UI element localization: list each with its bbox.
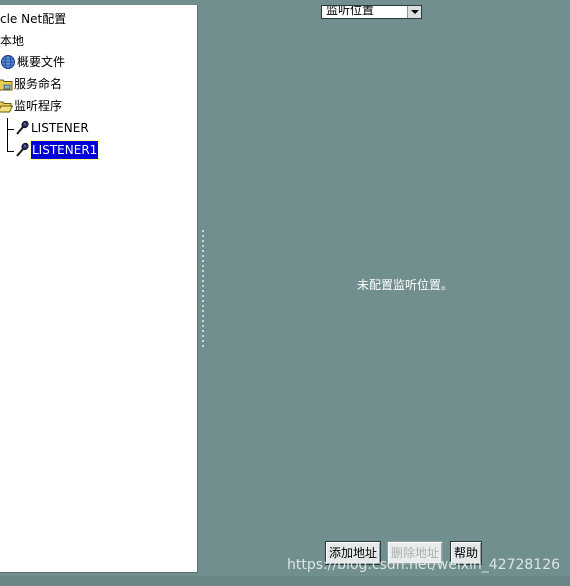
tree-item-profile[interactable]: 概要文件 — [0, 52, 65, 70]
empty-state-message: 未配置监听位置。 — [356, 278, 453, 292]
listener-section-dropdown[interactable]: 监听位置 — [321, 5, 422, 19]
watermark-text: https://blog.csdn.net/weixin_42728126 — [287, 557, 561, 573]
folder-icon — [0, 76, 13, 92]
folder-open-icon — [0, 98, 14, 114]
microphone-icon — [14, 142, 30, 158]
tree-item-local[interactable]: 本地 — [0, 31, 24, 49]
tree-item-label: 本地 — [0, 33, 25, 48]
microphone-icon — [14, 120, 30, 136]
tree-item-label: LISTENER — [31, 120, 89, 135]
tree-item-label: 监听程序 — [14, 98, 63, 113]
tree-item-listener[interactable]: LISTENER — [14, 118, 89, 136]
tree-item-label: LISTENER1 — [29, 139, 100, 160]
globe-icon — [0, 54, 16, 70]
tree-item-label: 服务命名 — [14, 76, 63, 91]
tree-item-listeners[interactable]: 监听程序 — [0, 96, 62, 114]
panel-splitter-handle[interactable] — [201, 230, 205, 350]
tree-connector-line — [7, 129, 14, 130]
chevron-down-icon[interactable] — [407, 6, 421, 18]
tree-item-oracle-net-config[interactable]: cle Net配置 — [0, 9, 66, 27]
dropdown-value: 监听位置 — [326, 5, 375, 17]
navigator-tree[interactable]: cle Net配置 本地 概要文件 服务命名 监听程序 LISTENER LIS… — [0, 5, 198, 573]
tree-item-service-naming[interactable]: 服务命名 — [0, 74, 62, 92]
status-bar — [0, 576, 570, 586]
tree-connector-line — [7, 151, 14, 152]
tree-connector-line — [7, 118, 8, 152]
tree-item-label: 概要文件 — [17, 54, 66, 69]
tree-item-label: cle Net配置 — [0, 11, 67, 26]
tree-item-listener[interactable]: LISTENER1 — [14, 139, 100, 160]
